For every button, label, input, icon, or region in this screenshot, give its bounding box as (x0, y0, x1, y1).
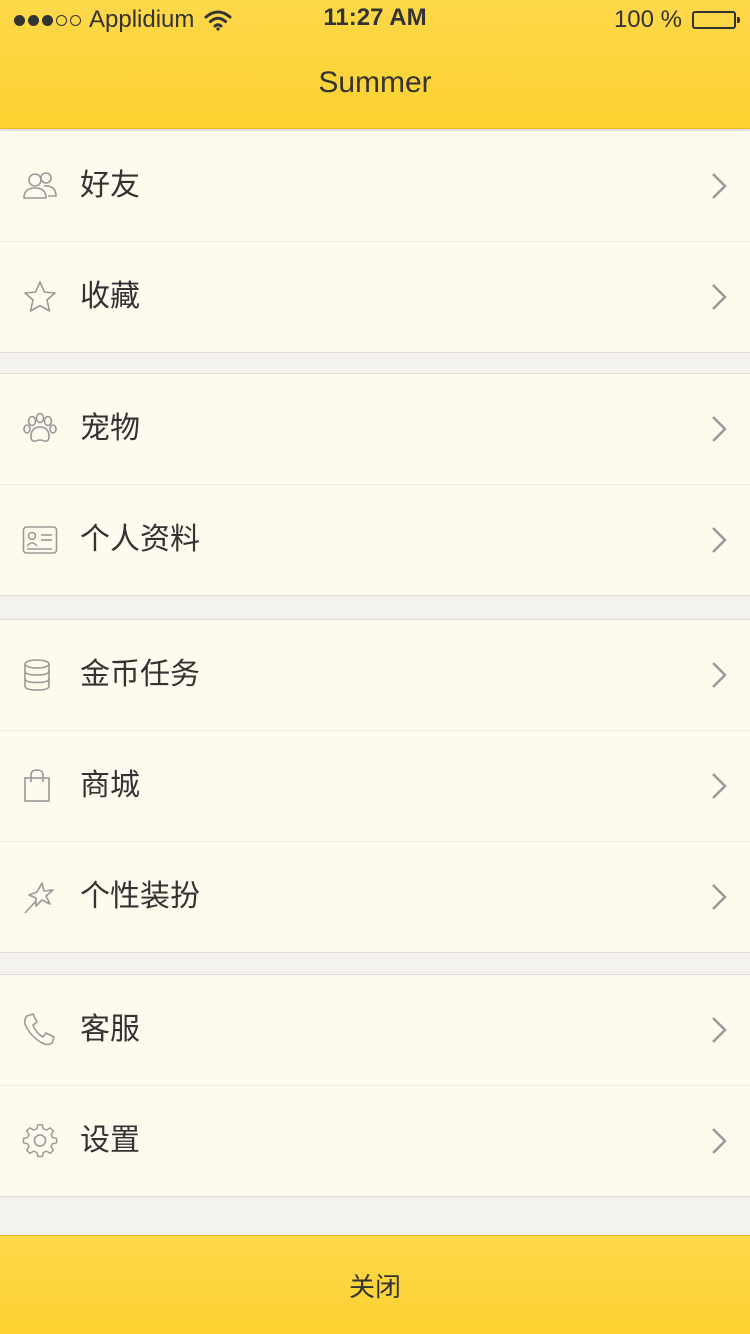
menu-item-favorites[interactable]: 收藏 (0, 241, 750, 352)
menu-item-label: 客服 (80, 1012, 140, 1047)
gear-icon (22, 1124, 58, 1158)
menu-item-label: 商城 (80, 768, 140, 803)
chevron-right-icon (712, 662, 727, 688)
menu-item-label: 设置 (80, 1123, 140, 1158)
menu-group-social: 好友 收藏 (0, 130, 750, 353)
menu-item-support[interactable]: 客服 (0, 975, 750, 1085)
chevron-right-icon (712, 527, 727, 553)
menu-group-personal: 宠物 个人资料 (0, 373, 750, 596)
menu-item-profile[interactable]: 个人资料 (0, 484, 750, 595)
id-card-icon (22, 526, 58, 554)
chevron-right-icon (712, 1128, 727, 1154)
close-button-label: 关闭 (348, 1272, 401, 1303)
coins-icon (24, 659, 50, 691)
chevron-right-icon (712, 773, 727, 799)
battery-icon (692, 11, 740, 29)
phone-icon (23, 1013, 55, 1046)
menu-item-coin-tasks[interactable]: 金币任务 (0, 620, 750, 730)
close-button[interactable]: 关闭 (0, 1235, 750, 1334)
battery-info: 100 % (613, 6, 740, 34)
nav-header: Applidium 11:27 AM 100 % Summer (0, 0, 750, 129)
friends-icon (23, 172, 57, 199)
menu-item-label: 收藏 (80, 279, 140, 314)
chevron-right-icon (712, 416, 727, 442)
chevron-right-icon (712, 1017, 727, 1043)
chevron-right-icon (712, 884, 727, 910)
menu-item-pets[interactable]: 宠物 (0, 374, 750, 484)
page-title: Summer (318, 66, 432, 99)
menu-item-settings[interactable]: 设置 (0, 1085, 750, 1196)
chevron-right-icon (712, 173, 727, 199)
menu-item-label: 个性装扮 (80, 879, 200, 914)
paw-icon (23, 412, 57, 442)
menu-group-help: 客服 设置 (0, 974, 750, 1197)
menu-item-store[interactable]: 商城 (0, 730, 750, 841)
menu-item-label: 金币任务 (80, 657, 200, 692)
chevron-right-icon (712, 284, 727, 310)
status-bar: Applidium 11:27 AM 100 % (0, 0, 750, 40)
battery-percent: 100 % (613, 6, 682, 33)
sparkle-star-icon (24, 882, 54, 914)
menu-group-shop: 金币任务 商城 个性装扮 (0, 619, 750, 953)
shopping-bag-icon (24, 769, 50, 802)
menu-item-dress-up[interactable]: 个性装扮 (0, 841, 750, 952)
menu-item-label: 个人资料 (80, 522, 200, 557)
star-icon (24, 281, 56, 312)
menu-item-label: 宠物 (80, 411, 140, 446)
menu-item-friends[interactable]: 好友 (0, 131, 750, 241)
menu-item-label: 好友 (80, 168, 140, 203)
